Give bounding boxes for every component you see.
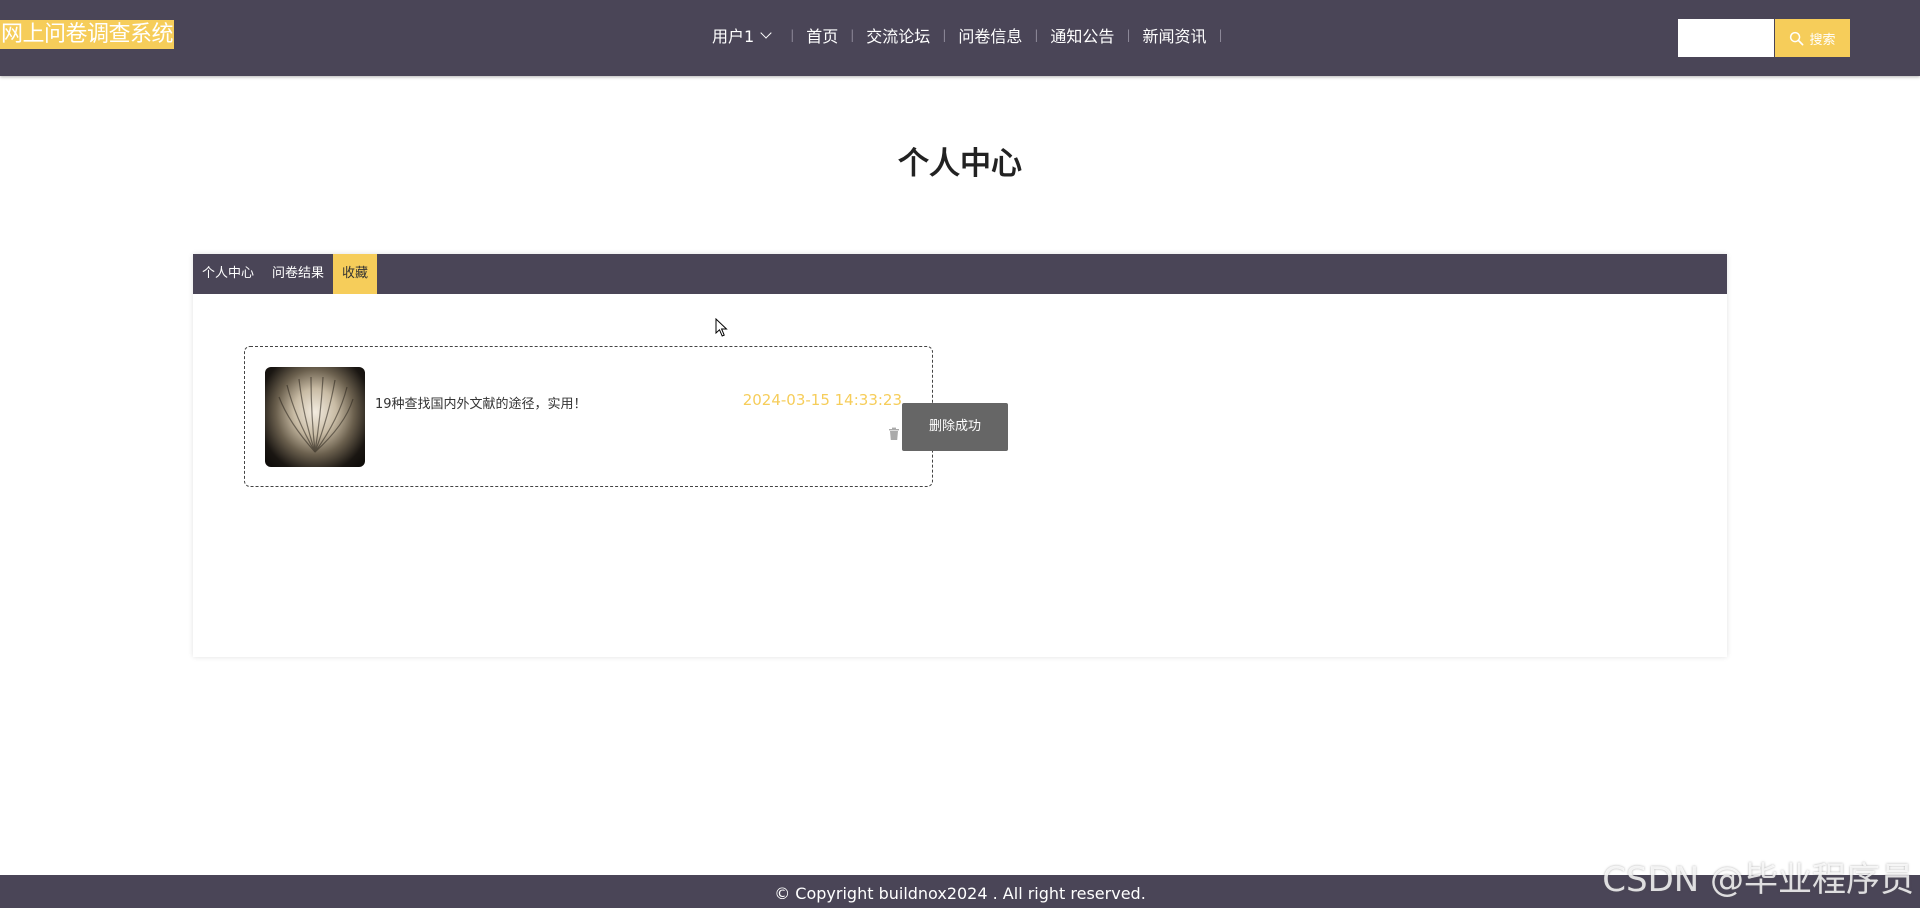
toast-message: 删除成功 [902, 403, 1008, 451]
nav-divider: | [1126, 28, 1131, 42]
mouse-cursor-icon [715, 318, 728, 337]
search-button-label: 搜索 [1809, 31, 1836, 47]
nav-divider: | [1034, 28, 1039, 42]
search-input[interactable] [1678, 19, 1774, 57]
tab-personal-center[interactable]: 个人中心 [193, 254, 263, 294]
favorite-title[interactable]: 19种查找国内外文献的途径，实用！ [375, 393, 587, 412]
lamp-image [278, 376, 354, 453]
chevron-down-icon [760, 26, 772, 39]
search-button[interactable]: 搜索 [1775, 19, 1850, 57]
top-navbar: 网上问卷调查系统 用户1 | 首页 | 交流论坛 | 问卷信息 | 通知公告 |… [0, 0, 1920, 76]
nav-divider: | [850, 28, 855, 42]
trash-icon[interactable] [887, 427, 901, 441]
favorite-thumbnail[interactable] [265, 367, 365, 467]
nav-item-forum[interactable]: 交流论坛 [866, 23, 930, 47]
nav-divider: | [942, 28, 947, 42]
page-title: 个人中心 [898, 146, 1022, 182]
favorite-time: 2024-03-15 14:33:23 [742, 391, 902, 409]
nav-item-news[interactable]: 新闻资讯 [1142, 23, 1206, 47]
site-logo[interactable]: 网上问卷调查系统 [0, 20, 175, 49]
search-icon [1790, 31, 1804, 45]
main-nav: 用户1 | 首页 | 交流论坛 | 问卷信息 | 通知公告 | 新闻资讯 | [712, 24, 1235, 46]
tab-favorites[interactable]: 收藏 [333, 254, 378, 294]
tab-bar: 个人中心 问卷结果 收藏 [193, 254, 1727, 294]
favorite-item[interactable]: 19种查找国内外文献的途径，实用！ 2024-03-15 14:33:23 [244, 346, 933, 487]
user-menu-label: 用户1 [712, 27, 755, 46]
nav-item-questionnaire[interactable]: 问卷信息 [958, 23, 1022, 47]
nav-item-home[interactable]: 首页 [806, 23, 838, 47]
tab-questionnaire-results[interactable]: 问卷结果 [263, 254, 333, 294]
user-center-panel: 个人中心 问卷结果 收藏 19种查找国内外文献的途径，实用！ 2024-03-1… [193, 254, 1727, 657]
nav-item-notices[interactable]: 通知公告 [1050, 23, 1114, 47]
user-menu[interactable]: 用户1 [712, 23, 772, 47]
nav-divider: | [790, 28, 795, 42]
nav-divider: | [1218, 28, 1223, 42]
watermark: CSDN @毕业程序员 [1602, 860, 1914, 900]
